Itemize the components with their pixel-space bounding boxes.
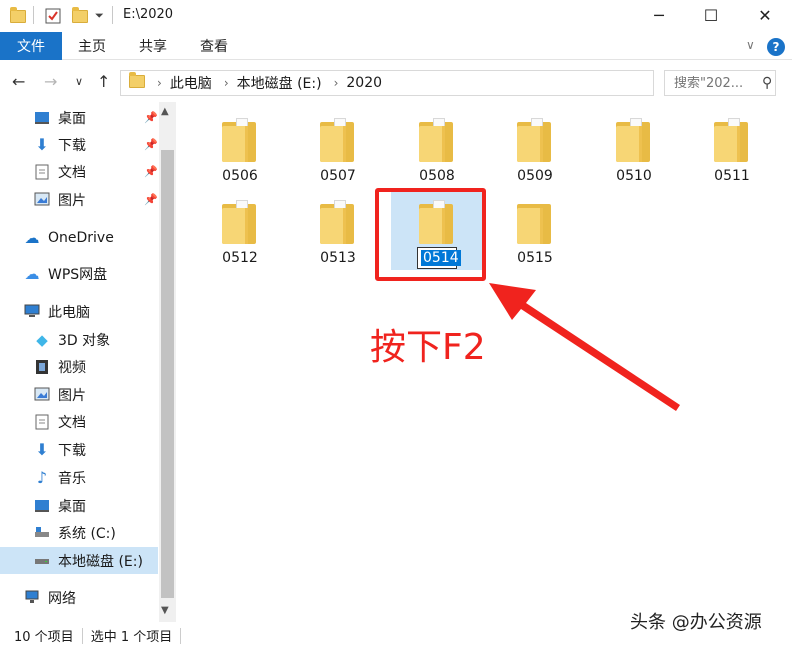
annotation-text: 按下F2 (370, 327, 486, 368)
watermark: 头条 @办公资源 (630, 612, 762, 633)
divider (180, 627, 182, 644)
divider (81, 627, 83, 644)
item-count: 10 个项目 (14, 630, 74, 645)
selection-count: 选中 1 个项目 (90, 630, 173, 645)
